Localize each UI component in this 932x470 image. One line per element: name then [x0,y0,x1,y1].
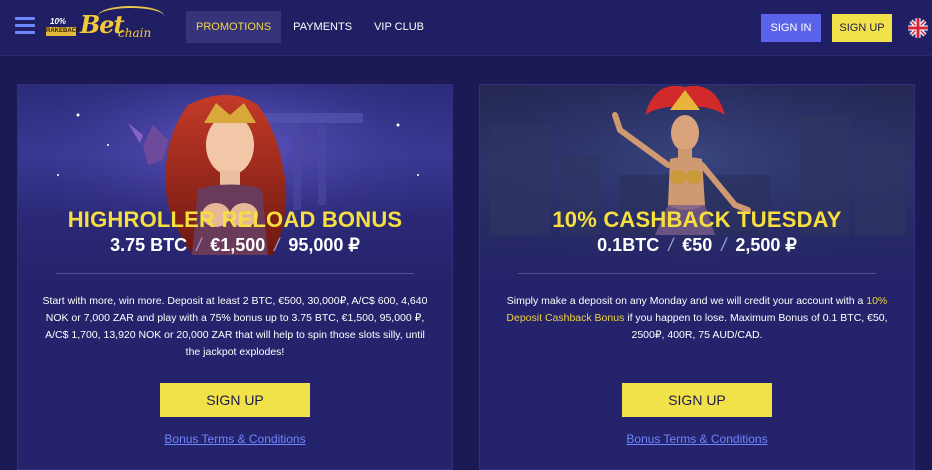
nav-vip-club[interactable]: VIP CLUB [364,11,434,43]
description-text: Simply make a deposit on any Monday and … [506,295,867,307]
promo-description: Simply make a deposit on any Monday and … [502,293,892,344]
hamburger-bar [15,17,35,20]
amount-eur: €50 [682,235,713,255]
amount-separator: / [668,235,674,255]
card-divider [56,273,414,274]
promo-amounts: 0.1BTC / €50 / 2,500 ₽ [480,235,914,256]
amount-separator: / [196,235,202,255]
promo-sign-up-button[interactable]: SIGN UP [160,383,310,417]
amount-btc: 0.1BTC [597,235,660,255]
sign-up-button[interactable]: SIGN UP [832,14,892,42]
amount-btc: 3.75 BTC [110,235,188,255]
card-divider [518,273,876,274]
hamburger-icon[interactable] [15,17,35,34]
hamburger-bar [15,31,35,34]
bonus-terms-link[interactable]: Bonus Terms & Conditions [480,432,914,446]
betchain-logo[interactable]: 10% RAKEBACK Bet chain [46,6,164,48]
uk-flag-icon[interactable] [908,18,928,38]
amount-rub: 2,500 ₽ [735,235,797,255]
bonus-terms-link[interactable]: Bonus Terms & Conditions [18,432,452,446]
description-text: if you happen to lose. Maximum Bonus of … [624,312,888,341]
amount-separator: / [274,235,280,255]
promo-sign-up-button[interactable]: SIGN UP [622,383,772,417]
nav-promotions[interactable]: PROMOTIONS [186,11,282,43]
amount-eur: €1,500 [210,235,266,255]
promo-title: HIGHROLLER RELOAD BONUS [67,207,403,232]
promo-description: Start with more, win more. Deposit at le… [42,295,428,358]
site-header: 10% RAKEBACK Bet chain PROMOTIONS PAYMEN… [0,0,932,56]
amount-rub: 95,000 ₽ [288,235,360,255]
sign-in-button[interactable]: SIGN IN [761,14,821,42]
hamburger-bar [15,24,35,27]
nav-payments[interactable]: PAYMENTS [283,11,362,43]
amount-separator: / [721,235,727,255]
rakeback-badge: 10% RAKEBACK [46,16,81,38]
rakeback-ribbon: RAKEBACK [46,27,81,36]
promo-card-cashback: 10% CASHBACK TUESDAY 0.1BTC / €50 / 2,50… [479,84,915,470]
uk-flag-graphic [908,18,928,38]
promo-card-highroller: HIGHROLLER RELOAD BONUS 3.75 BTC / €1,50… [17,84,453,470]
logo-brand-sub: chain [118,26,152,40]
promo-amounts: 3.75 BTC / €1,500 / 95,000 ₽ [18,235,452,256]
promo-title: 10% CASHBACK TUESDAY [552,207,842,232]
rakeback-percent: 10% [50,17,67,26]
main-nav: PROMOTIONS PAYMENTS VIP CLUB [186,11,436,43]
